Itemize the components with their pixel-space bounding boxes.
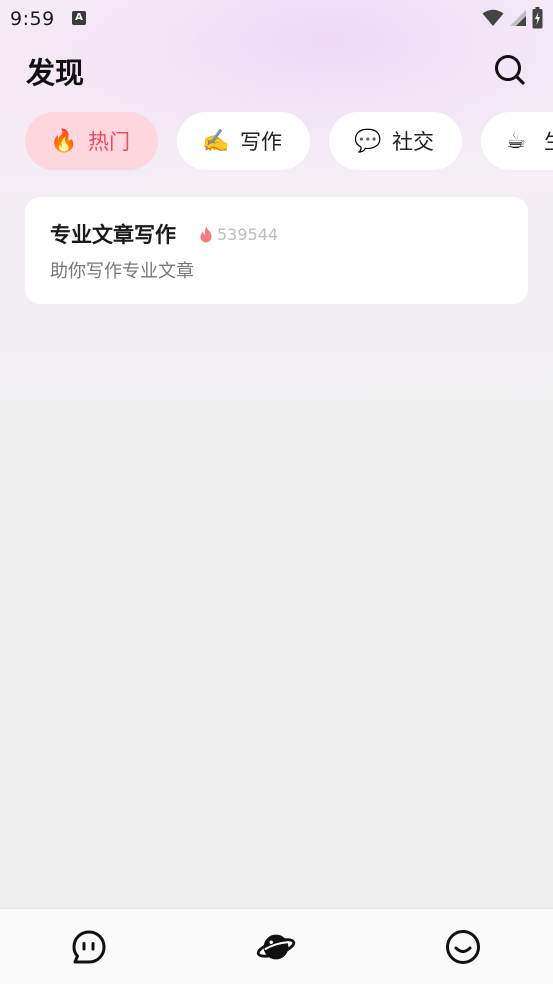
wifi-icon <box>482 9 504 26</box>
battery-charging-icon <box>532 7 543 29</box>
nav-chat[interactable] <box>69 927 109 967</box>
tab-label: 社交 <box>392 130 434 154</box>
chat-face-icon <box>72 930 106 964</box>
coffee-icon: ☕ <box>506 128 526 154</box>
card-title: 专业文章写作 <box>50 223 176 247</box>
page-title: 发现 <box>26 56 85 90</box>
status-bar: 9:59 A <box>0 0 553 36</box>
cell-signal-icon <box>510 10 526 26</box>
tab-life[interactable]: ☕ 生 <box>481 112 553 170</box>
nav-profile[interactable] <box>443 927 483 967</box>
tab-label: 热门 <box>88 130 130 154</box>
smile-icon <box>446 930 480 964</box>
nav-discover[interactable] <box>256 927 296 967</box>
search-icon <box>495 55 525 85</box>
speech-bubble-icon: 💬 <box>354 128 382 154</box>
fire-icon <box>200 226 212 242</box>
assistant-card[interactable]: 专业文章写作 539544 助你写作专业文章 <box>25 197 528 304</box>
status-time: 9:59 <box>10 8 55 30</box>
card-description: 助你写作专业文章 <box>50 261 194 282</box>
tab-social[interactable]: 💬 社交 <box>329 112 462 170</box>
fire-icon: 🔥 <box>50 128 78 154</box>
card-heat: 539544 <box>199 224 278 244</box>
planet-icon <box>256 934 296 960</box>
search-button[interactable] <box>490 50 530 90</box>
system-icons <box>482 7 543 29</box>
notification-icon: A <box>72 11 86 25</box>
card-count: 539544 <box>217 224 279 244</box>
writing-hand-icon: ✍️ <box>202 128 230 154</box>
bottom-nav <box>0 908 553 984</box>
tab-label: 生 <box>544 126 553 156</box>
tab-hot[interactable]: 🔥 热门 <box>25 112 158 170</box>
tab-label: 写作 <box>240 130 282 154</box>
category-tabs: 🔥 热门 ✍️ 写作 💬 社交 ☕ 生 <box>25 112 553 170</box>
tab-writing[interactable]: ✍️ 写作 <box>177 112 310 170</box>
